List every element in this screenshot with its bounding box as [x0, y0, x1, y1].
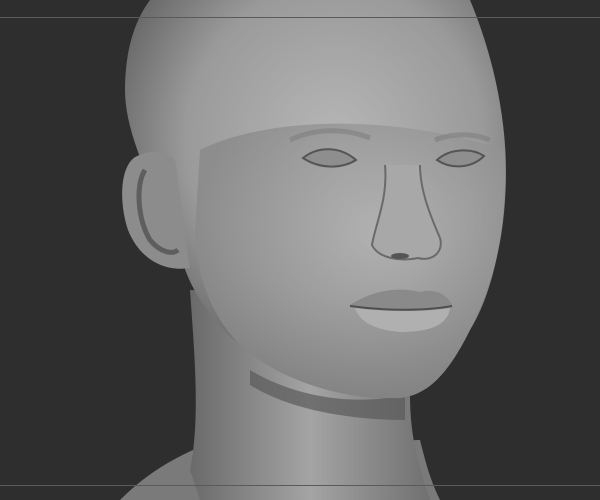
top-guide-line: [0, 17, 600, 18]
bottom-guide-line: [0, 485, 600, 486]
head-sculpt: [120, 0, 506, 500]
sculpt-viewport: [0, 0, 600, 500]
